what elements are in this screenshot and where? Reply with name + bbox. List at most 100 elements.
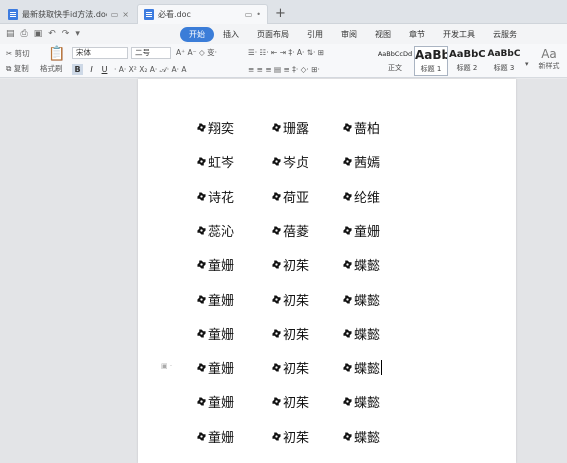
bullet-icon	[197, 260, 206, 269]
bold-button[interactable]: B	[72, 64, 83, 75]
grow-font-icon[interactable]: A⁺ A⁻ ◇ 变·	[176, 47, 217, 58]
list-item-text: 初茱	[283, 396, 310, 412]
font-effects-icons[interactable]: · A· X² X₂ A· 𝒜· A· A	[114, 65, 187, 75]
window-icon[interactable]: ▭	[245, 10, 253, 19]
list-item: 童姗	[197, 324, 234, 343]
paragraph-handle-icon[interactable]: ▣ ·	[161, 362, 172, 370]
list-item: 童姗	[197, 255, 234, 274]
list-icons[interactable]: ☰· ☷· ⇤ ⇥ ‡· A· ⇅· ⊞	[248, 48, 324, 57]
list-item: 诗花	[197, 187, 234, 206]
list-item-text: 初茱	[283, 362, 310, 378]
list-item: 虹岑	[197, 152, 234, 171]
word-doc-icon	[8, 8, 18, 20]
list-item-text: 蝶懿	[354, 396, 381, 412]
list-item: 初茱	[272, 255, 309, 274]
bullet-icon	[272, 260, 281, 269]
style-heading-3[interactable]: AaBbC 标题 3	[486, 46, 522, 76]
bullet-icon	[272, 294, 281, 304]
redo-icon[interactable]: ↷	[62, 29, 70, 39]
list-item: 岑贞	[272, 152, 309, 171]
bullet-icon	[197, 294, 206, 304]
list-item: 初茱	[272, 358, 309, 377]
list-item: 蝶懿	[343, 324, 380, 343]
save-icon[interactable]: ▤	[6, 29, 15, 39]
menu-insert[interactable]: 插入	[214, 27, 248, 42]
list-item: 蔷柏	[343, 118, 380, 137]
menu-references[interactable]: 引用	[298, 27, 332, 42]
list-item-text: 蔷柏	[354, 122, 381, 137]
print-icon[interactable]: ⎙	[21, 29, 28, 39]
main-menu: 开始 插入 页面布局 引用 审阅 视图 章节 开发工具 云服务	[180, 26, 526, 42]
list-item: 初茱	[272, 290, 309, 309]
bullet-icon	[197, 363, 206, 372]
list-item-text: 初茱	[283, 259, 310, 275]
list-item-text: 虹岑	[208, 156, 235, 172]
new-style-button[interactable]: Aa 新样式	[534, 47, 564, 71]
list-item-text: 童姗	[208, 362, 235, 378]
tab-document-1[interactable]: 最新获取快手id方法.doc ▭ ×	[2, 4, 135, 24]
list-item: 翔奕	[197, 118, 234, 137]
menu-page-layout[interactable]: 页面布局	[248, 27, 298, 42]
bullet-icon	[272, 157, 281, 166]
list-item-text: 初茱	[283, 430, 310, 446]
paste-icon[interactable]: 📋	[48, 46, 65, 62]
style-preview: AaBbC	[487, 49, 521, 59]
tab-title: 必看.doc	[158, 10, 191, 19]
bullet-icon	[272, 397, 281, 406]
list-item-text: 蝶懿	[354, 293, 381, 309]
style-heading-1[interactable]: AaBb 标题 1	[414, 46, 448, 76]
menu-section[interactable]: 章节	[400, 27, 434, 42]
list-item: 童姗	[197, 358, 234, 377]
bullet-icon	[197, 157, 206, 166]
style-preview: AaBbCcDd	[377, 50, 413, 58]
font-name-select[interactable]: 宋体	[72, 47, 128, 59]
print-preview-icon[interactable]: ▣	[34, 29, 43, 39]
list-item: 纶维	[343, 187, 380, 206]
menu-view[interactable]: 视图	[366, 27, 400, 42]
list-item: 童姗	[343, 221, 380, 240]
tab-document-2[interactable]: 必看.doc ▭ •	[137, 4, 268, 24]
close-icon[interactable]: ×	[122, 10, 129, 19]
dropdown-icon[interactable]: ▾	[75, 29, 80, 39]
font-size-select[interactable]: 二号	[131, 47, 171, 59]
style-preview: AaBbC	[449, 49, 485, 60]
cut-button[interactable]: ✂ 剪切	[6, 48, 30, 59]
list-item: 童姗	[197, 392, 234, 411]
document-page[interactable]	[138, 79, 516, 463]
ribbon: ✂ 剪切 ⧉ 复制 📋 格式刷 宋体 二号 A⁺ A⁻ ◇ 变· B I U ·…	[0, 44, 567, 78]
bullet-icon	[343, 123, 352, 132]
align-icons[interactable]: ≡ ≡ ≡ ▤ ≡ ‡· ◇· ⊞·	[248, 65, 320, 74]
list-item: 蝶懿	[343, 290, 380, 309]
style-normal[interactable]: AaBbCcDd 正文	[376, 46, 414, 76]
close-icon[interactable]: •	[256, 10, 261, 19]
bullet-icon	[272, 226, 281, 235]
bullet-icon	[343, 294, 352, 304]
new-style-icon: Aa	[541, 47, 557, 61]
list-item-text: 童姗	[208, 396, 235, 412]
text-cursor	[381, 360, 383, 376]
format-painter-button[interactable]: 格式刷	[40, 63, 63, 74]
menu-cloud[interactable]: 云服务	[484, 27, 526, 42]
list-item-text: 蕊沁	[208, 224, 235, 240]
bullet-icon	[272, 329, 281, 338]
underline-button[interactable]: U	[99, 64, 110, 75]
copy-button[interactable]: ⧉ 复制	[6, 63, 29, 74]
list-item: 珊露	[272, 118, 309, 137]
new-tab-plus-icon[interactable]: +	[275, 6, 286, 21]
bullet-icon	[343, 329, 352, 338]
style-heading-2[interactable]: AaBbC 标题 2	[449, 46, 485, 76]
style-name: 标题 3	[493, 64, 515, 72]
menu-developer[interactable]: 开发工具	[434, 27, 484, 42]
list-item: 初茱	[272, 324, 309, 343]
window-icon[interactable]: ▭	[111, 10, 119, 19]
bullet-icon	[272, 123, 281, 132]
list-item-text: 蝶懿	[354, 430, 381, 446]
styles-more-icon[interactable]: ▾	[525, 60, 529, 68]
italic-button[interactable]: I	[86, 64, 97, 75]
menu-review[interactable]: 审阅	[332, 27, 366, 42]
bullet-icon	[197, 192, 206, 201]
menu-home[interactable]: 开始	[180, 26, 214, 42]
undo-icon[interactable]: ↶	[48, 29, 56, 39]
quick-access-toolbar: ▤ ⎙ ▣ ↶ ↷ ▾	[0, 29, 180, 39]
list-item-text: 童姗	[354, 224, 381, 240]
